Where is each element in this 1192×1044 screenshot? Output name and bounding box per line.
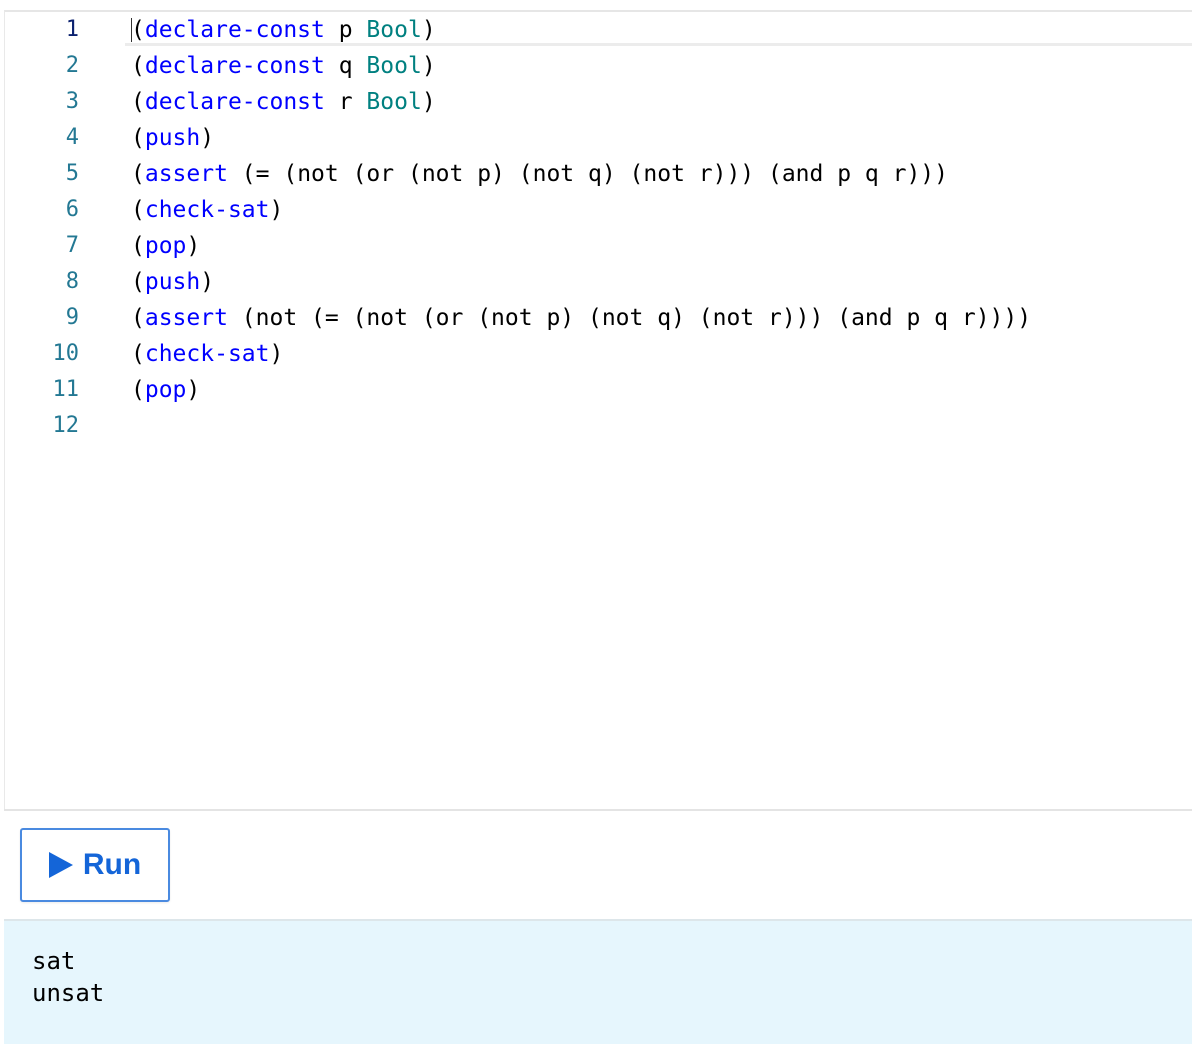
line-number: 5	[65, 161, 79, 186]
keyword-token: declare-const	[144, 53, 325, 79]
code-line[interactable]: 8 (push)	[5, 264, 1192, 300]
code-editor[interactable]: 1 (declare-const p Bool) 2 (declare-const q…	[4, 10, 1192, 810]
code-text: (check-sat)	[131, 192, 283, 228]
keyword-token: declare-const	[144, 17, 325, 43]
code-token: (	[131, 341, 145, 367]
type-token: Bool	[366, 89, 422, 115]
keyword-token: declare-const	[144, 89, 325, 115]
code-text: (declare-const q Bool)	[131, 48, 436, 84]
code-token: )	[421, 17, 436, 43]
line-number: 12	[52, 413, 80, 438]
code-text: (assert (not (= (not (or (not p) (not q)…	[131, 300, 1031, 336]
line-number: 9	[65, 305, 79, 330]
code-token: (	[131, 161, 145, 187]
line-number: 2	[65, 53, 79, 78]
run-button-label: Run	[82, 848, 142, 881]
code-token: p	[324, 17, 367, 43]
code-token: (	[131, 17, 145, 43]
code-token: )	[200, 125, 215, 151]
code-text: (assert (= (not (or (not p) (not q) (not…	[131, 156, 948, 192]
line-number: 1	[65, 17, 79, 42]
keyword-token: push	[144, 125, 201, 151]
keyword-token: push	[144, 269, 201, 295]
code-token: )	[186, 233, 201, 259]
code-line[interactable]: 12	[5, 408, 1192, 444]
code-text: (check-sat)	[131, 336, 283, 372]
code-line[interactable]: 11 (pop)	[5, 372, 1192, 408]
play-icon	[48, 852, 73, 878]
code-line[interactable]: 4 (push)	[5, 120, 1192, 156]
code-token: )	[421, 89, 436, 115]
code-token: r	[324, 89, 367, 115]
output-line: sat	[32, 947, 76, 975]
code-token: (not (= (not (or (not p) (not q) (not r)…	[227, 305, 1032, 331]
code-token: q	[324, 53, 367, 79]
line-number: 6	[65, 197, 79, 222]
code-token: (	[131, 233, 145, 259]
code-token: (	[131, 89, 145, 115]
output-panel: sat unsat	[4, 919, 1192, 1044]
code-text: (push)	[131, 264, 214, 300]
line-number: 10	[52, 341, 80, 366]
code-text: (declare-const p Bool)	[131, 12, 436, 48]
code-token: (	[131, 305, 145, 331]
code-line[interactable]: 9 (assert (not (= (not (or (not p) (not q…	[5, 300, 1192, 336]
code-line[interactable]: 7 (pop)	[5, 228, 1192, 264]
code-token: (	[131, 53, 145, 79]
code-text: (declare-const r Bool)	[131, 84, 436, 120]
code-token: )	[421, 53, 436, 79]
keyword-token: pop	[144, 233, 187, 259]
line-number: 4	[65, 125, 79, 150]
code-text: (push)	[131, 120, 214, 156]
keyword-token: pop	[144, 377, 187, 403]
code-token: (= (not (or (not p) (not q) (not r))) (a…	[227, 161, 949, 187]
code-token: )	[269, 341, 284, 367]
line-number: 11	[52, 377, 80, 402]
code-text: (pop)	[131, 228, 200, 264]
code-line[interactable]: 10 (check-sat)	[5, 336, 1192, 372]
keyword-token: assert	[144, 161, 228, 187]
code-line[interactable]: 3 (declare-const r Bool)	[5, 84, 1192, 120]
code-token: (	[131, 125, 145, 151]
code-token: )	[186, 377, 201, 403]
type-token: Bool	[366, 53, 422, 79]
code-token: )	[269, 197, 284, 223]
line-number: 7	[65, 233, 79, 258]
output-line: unsat	[32, 979, 105, 1007]
line-number: 8	[65, 269, 79, 294]
code-token: )	[200, 269, 215, 295]
code-line[interactable]: 2 (declare-const q Bool)	[5, 48, 1192, 84]
run-toolbar: Run	[4, 811, 1192, 919]
code-line[interactable]: 1 (declare-const p Bool)	[5, 12, 1192, 48]
keyword-token: assert	[144, 305, 228, 331]
code-token: (	[131, 197, 145, 223]
keyword-token: check-sat	[144, 341, 270, 367]
line-number: 3	[65, 89, 79, 114]
run-button[interactable]: Run	[20, 828, 170, 902]
code-token: (	[131, 269, 145, 295]
type-token: Bool	[366, 17, 422, 43]
code-line[interactable]: 5 (assert (= (not (or (not p) (not q) (no…	[5, 156, 1192, 192]
code-line[interactable]: 6 (check-sat)	[5, 192, 1192, 228]
code-token: (	[131, 377, 145, 403]
code-text: (pop)	[131, 372, 200, 408]
keyword-token: check-sat	[144, 197, 270, 223]
